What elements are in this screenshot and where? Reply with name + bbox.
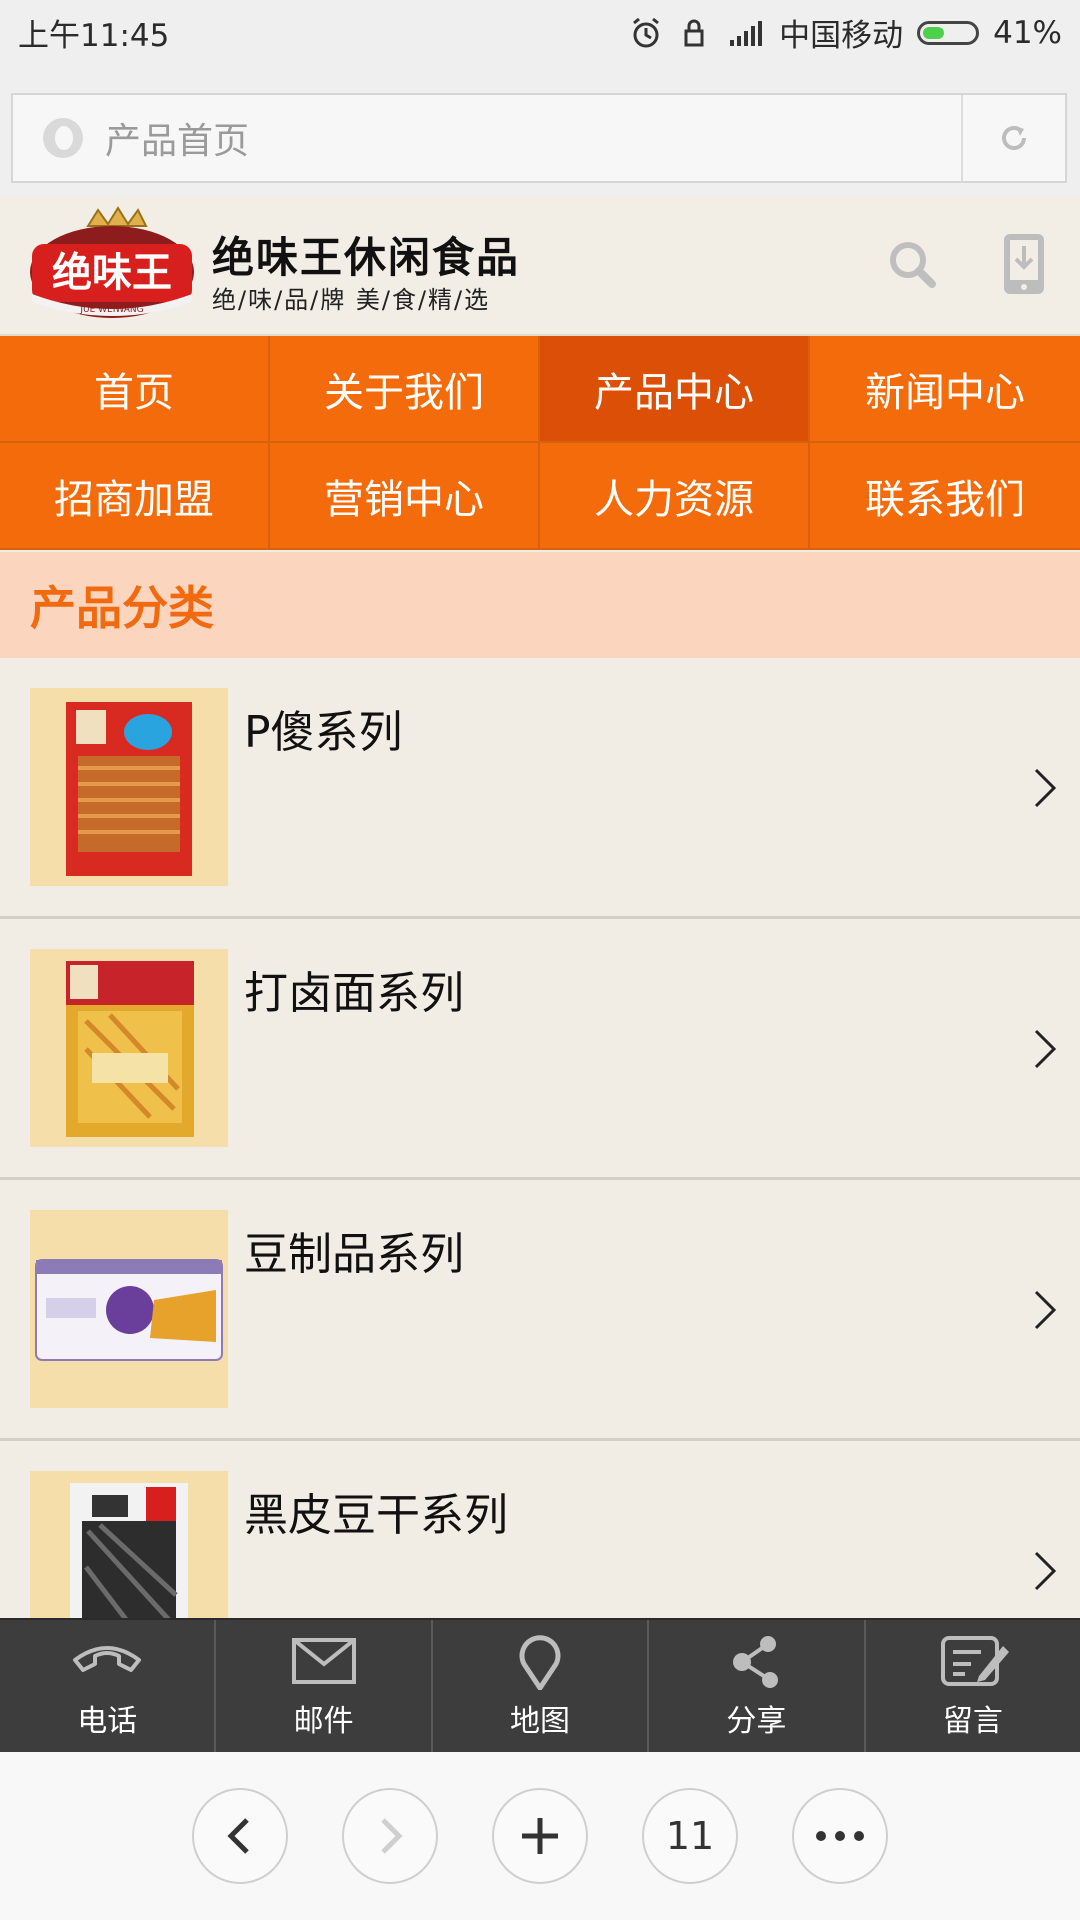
lock-icon <box>684 19 704 46</box>
map-pin-icon <box>519 1635 561 1690</box>
browser-address-area: 产品首页 <box>0 60 1080 196</box>
share-button[interactable]: 分享 <box>649 1620 866 1754</box>
product-thumbnail <box>30 1210 228 1408</box>
address-bar[interactable]: 产品首页 <box>11 93 1067 183</box>
reload-icon <box>1002 126 1026 150</box>
download-app-icon[interactable] <box>1002 232 1046 296</box>
main-nav: 首页 关于我们 产品中心 新闻中心招商加盟 营销中心 人力资源 联系我们 <box>0 336 1080 550</box>
product-thumbnail <box>30 1471 228 1618</box>
category-header: 产品分类 <box>0 552 1080 658</box>
category-list: P傻系列 打卤面系列 豆制品系列 黑皮豆干系列 <box>0 658 1080 1618</box>
message-label: 留言 <box>942 1704 1003 1739</box>
message-button[interactable]: 留言 <box>866 1620 1080 1754</box>
status-bar: 上午11:45 中国移动 41% <box>0 0 1080 60</box>
back-button[interactable] <box>192 1788 288 1884</box>
phone-label: 电话 <box>77 1704 138 1739</box>
new-tab-button[interactable] <box>492 1788 588 1884</box>
mail-icon <box>291 1638 356 1684</box>
list-item[interactable]: 打卤面系列 <box>0 919 1080 1180</box>
category-name: 打卤面系列 <box>244 968 464 1019</box>
share-label: 分享 <box>726 1704 787 1739</box>
search-icon[interactable] <box>884 236 940 292</box>
site-slogan: 绝/味/品/牌 美/食/精/选 <box>212 286 491 314</box>
category-title: 产品分类 <box>30 581 214 635</box>
forward-button[interactable] <box>342 1788 438 1884</box>
list-item[interactable]: P傻系列 <box>0 658 1080 919</box>
reload-button[interactable] <box>961 95 1065 181</box>
chevron-right-icon <box>1034 1290 1057 1330</box>
more-icon <box>816 1831 864 1841</box>
status-right: 中国移动 41% <box>629 10 1062 55</box>
svg-text:绝味王: 绝味王 <box>52 250 172 296</box>
signal-icon <box>730 20 763 46</box>
nav-item[interactable]: 营销中心 <box>270 443 540 550</box>
nav-item[interactable]: 招商加盟 <box>0 443 270 550</box>
alarm-icon <box>633 17 660 47</box>
nav-item[interactable]: 关于我们 <box>270 336 540 443</box>
status-time: 上午11:45 <box>18 18 170 54</box>
site-name: 绝味王休闲食品 <box>212 233 521 282</box>
category-name: 黑皮豆干系列 <box>244 1490 508 1541</box>
chevron-right-icon <box>381 1818 403 1854</box>
map-button[interactable]: 地图 <box>433 1620 650 1754</box>
map-label: 地图 <box>510 1704 571 1739</box>
nav-item[interactable]: 首页 <box>0 336 270 443</box>
carrier-label: 中国移动 <box>779 18 904 54</box>
brand-logo[interactable]: 绝味王 JUE WEIWANG <box>28 206 196 322</box>
nav-item[interactable]: 人力资源 <box>540 443 810 550</box>
list-item[interactable]: 黑皮豆干系列 <box>0 1441 1080 1618</box>
site-toolbar: 电话 邮件 地图 分享 留言 <box>0 1618 1080 1754</box>
mail-button[interactable]: 邮件 <box>216 1620 433 1754</box>
battery-percent: 41% <box>993 14 1062 51</box>
product-thumbnail <box>30 949 228 1147</box>
battery-icon <box>917 20 980 45</box>
chevron-right-icon <box>1034 768 1057 808</box>
mail-label: 邮件 <box>293 1704 354 1739</box>
nav-item[interactable]: 联系我们 <box>810 443 1080 550</box>
plus-icon <box>522 1818 558 1854</box>
site-icon <box>43 118 83 158</box>
message-icon <box>940 1636 1009 1686</box>
more-menu-button[interactable] <box>792 1788 888 1884</box>
share-icon <box>733 1636 779 1688</box>
chevron-right-icon <box>1034 1551 1057 1591</box>
site-header: 绝味王 JUE WEIWANG 绝味王休闲食品 绝/味/品/牌 美/食/精/选 <box>0 196 1080 336</box>
nav-item[interactable]: 产品中心 <box>540 336 810 443</box>
address-title: 产品首页 <box>105 121 250 162</box>
tab-count-button[interactable]: 11 <box>642 1788 738 1884</box>
category-name: P傻系列 <box>244 707 403 758</box>
phone-button[interactable]: 电话 <box>0 1620 217 1754</box>
chevron-left-icon <box>227 1818 249 1854</box>
phone-icon <box>73 1646 142 1672</box>
browser-nav-bar: 11 <box>0 1752 1080 1920</box>
nav-item[interactable]: 新闻中心 <box>810 336 1080 443</box>
category-name: 豆制品系列 <box>244 1229 464 1280</box>
chevron-right-icon <box>1034 1029 1057 1069</box>
svg-text:JUE WEIWANG: JUE WEIWANG <box>79 305 143 315</box>
product-thumbnail <box>30 688 228 886</box>
list-item[interactable]: 豆制品系列 <box>0 1180 1080 1441</box>
